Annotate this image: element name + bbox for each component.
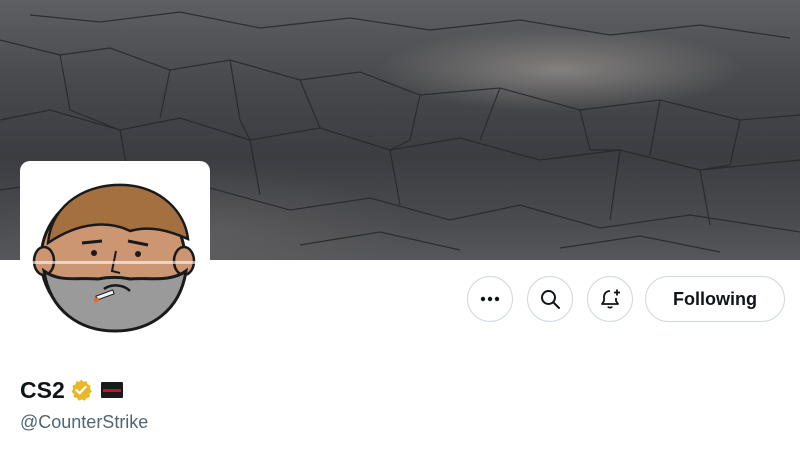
flag-icon[interactable] xyxy=(100,382,123,398)
profile-handle: @CounterStrike xyxy=(20,412,149,432)
more-icon xyxy=(480,296,500,302)
gold-verified-icon[interactable] xyxy=(69,378,93,402)
search-icon xyxy=(541,290,560,309)
flag-stripe xyxy=(102,389,121,392)
avatar-illustration xyxy=(20,176,210,336)
profile-name-row: CS2 xyxy=(20,375,123,405)
notifications-button[interactable] xyxy=(587,276,633,322)
search-button[interactable] xyxy=(527,276,573,322)
more-options-button[interactable] xyxy=(467,276,513,322)
display-name: CS2 xyxy=(20,376,65,403)
bell-plus-icon xyxy=(601,289,620,309)
following-button[interactable]: Following xyxy=(645,276,785,322)
profile-avatar[interactable] xyxy=(20,161,210,351)
